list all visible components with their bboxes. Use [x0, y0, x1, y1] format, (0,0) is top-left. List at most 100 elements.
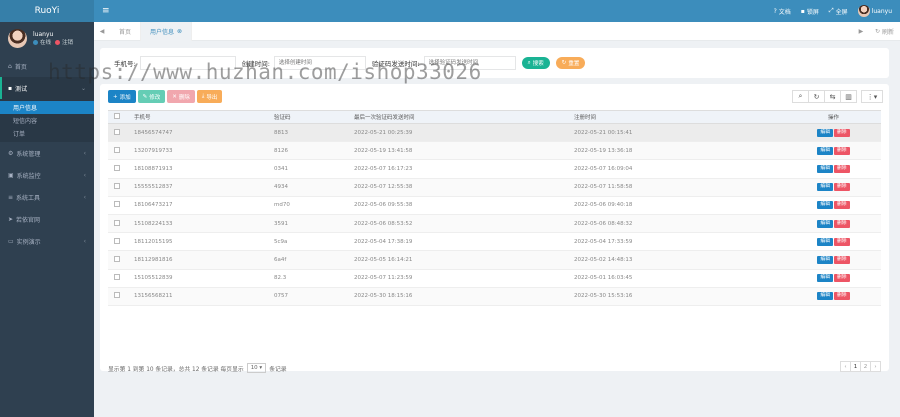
- expand-icon: ⤢: [828, 7, 834, 14]
- refresh-icon[interactable]: ↻: [808, 90, 825, 103]
- row-delete-button[interactable]: 删除: [834, 201, 850, 210]
- user-menu-name: luanyu: [871, 7, 892, 15]
- tab-user-info[interactable]: 用户信息 ⊗: [141, 21, 193, 41]
- next-page-button[interactable]: ›: [870, 361, 881, 372]
- row-checkbox[interactable]: [114, 274, 120, 281]
- table-row[interactable]: 18112015195 5c9a 2022-05-04 17:38:19 2022-0…: [108, 232, 881, 252]
- user-table: 手机号 验证码 最后一次验证码发送时间 注册时间 操作 18456574747 8…: [108, 110, 881, 306]
- status-logout[interactable]: 注销: [55, 39, 73, 48]
- cell-register-time: 2022-05-30 15:53:16: [568, 287, 786, 306]
- col-code[interactable]: 验证码: [268, 110, 348, 124]
- sidebar-item-monitor[interactable]: ▣ 系统监控 ‹: [0, 164, 94, 186]
- col-last-send-time[interactable]: 最后一次验证码发送时间: [348, 110, 568, 124]
- row-checkbox[interactable]: [114, 292, 120, 299]
- row-delete-button[interactable]: 删除: [834, 274, 850, 283]
- row-delete-button[interactable]: 删除: [834, 219, 850, 228]
- row-delete-button[interactable]: 删除: [834, 255, 850, 264]
- user-avatar[interactable]: [8, 29, 27, 48]
- row-checkbox[interactable]: [114, 183, 120, 190]
- row-edit-button[interactable]: 编辑: [817, 237, 833, 246]
- row-checkbox[interactable]: [114, 146, 120, 153]
- docs-link[interactable]: ? 文档: [774, 7, 791, 16]
- sidebar-item-tools[interactable]: ≡ 系统工具 ‹: [0, 186, 94, 208]
- row-edit-button[interactable]: 编辑: [817, 274, 833, 283]
- cell-actions: 编辑 删除: [786, 250, 881, 270]
- row-delete-button[interactable]: 删除: [834, 128, 850, 137]
- cell-actions: 编辑 删除: [786, 232, 881, 252]
- sidebar-item-label: 系统工具: [16, 194, 41, 202]
- row-checkbox[interactable]: [114, 237, 120, 244]
- table-row[interactable]: 15555512837 4934 2022-05-07 12:55:38 2022-0…: [108, 178, 881, 197]
- toggle-view-icon[interactable]: ⇆: [824, 90, 841, 103]
- row-edit-button[interactable]: 编辑: [817, 201, 833, 210]
- delete-button[interactable]: ✕ 删除: [167, 90, 195, 103]
- row-checkbox[interactable]: [114, 255, 120, 262]
- cell-phone: 15105512839: [128, 269, 268, 288]
- status-logout-label: 注销: [62, 39, 74, 46]
- cell-code: 8126: [268, 141, 348, 161]
- table-row[interactable]: 13207919733 8126 2022-05-19 13:41:58 2022-0…: [108, 141, 881, 161]
- columns-icon[interactable]: ▥: [840, 90, 857, 103]
- logout-dot-icon: [55, 39, 61, 45]
- close-icon[interactable]: ⊗: [177, 28, 182, 35]
- export-button[interactable]: ⤓ 导出: [196, 90, 223, 103]
- user-menu[interactable]: luanyu: [857, 5, 892, 17]
- pagination-suffix: 条记录: [269, 366, 287, 373]
- row-delete-button[interactable]: 删除: [834, 237, 850, 246]
- table-row[interactable]: 13156568211 0757 2022-05-30 18:15:16 2022-0…: [108, 287, 881, 306]
- row-edit-button[interactable]: 编辑: [817, 183, 833, 192]
- app-logo[interactable]: RuoYi: [0, 0, 94, 22]
- row-checkbox[interactable]: [114, 164, 120, 171]
- fullscreen-button[interactable]: ⤢ 全屏: [829, 7, 848, 16]
- add-button[interactable]: + 添加: [108, 90, 136, 103]
- row-edit-button[interactable]: 编辑: [817, 128, 833, 137]
- refresh-tab-button[interactable]: ↻ 刷新: [869, 27, 900, 36]
- edit-button[interactable]: ✎ 修改: [137, 90, 166, 103]
- select-all-checkbox[interactable]: [114, 113, 120, 119]
- row-delete-button[interactable]: 删除: [834, 164, 850, 173]
- tab-scroll-left-icon[interactable]: ◀: [94, 28, 110, 35]
- menu-toggle-icon[interactable]: ≡: [102, 6, 110, 16]
- cell-code: 3591: [268, 214, 348, 234]
- table-row[interactable]: 15105512839 82.3 2022-05-07 11:23:59 2022-0…: [108, 269, 881, 288]
- reset-button[interactable]: ↻ 重置: [555, 57, 586, 69]
- row-edit-button[interactable]: 编辑: [817, 292, 833, 301]
- sidebar-subitem-order[interactable]: 订单: [0, 127, 94, 140]
- sidebar-item-system[interactable]: ⚙ 系统管理 ‹: [0, 142, 94, 164]
- table-row[interactable]: 18456574747 8813 2022-05-21 00:25:39 2022-0…: [108, 123, 881, 143]
- tab-label: 用户信息: [150, 28, 175, 36]
- row-delete-button[interactable]: 删除: [834, 292, 850, 301]
- row-edit-button[interactable]: 编辑: [817, 219, 833, 228]
- row-delete-button[interactable]: 删除: [834, 146, 850, 155]
- row-checkbox[interactable]: [114, 201, 120, 208]
- lock-screen-button[interactable]: ▪ 锁屏: [801, 7, 819, 16]
- col-phone[interactable]: 手机号: [128, 110, 268, 124]
- table-row[interactable]: 18112981816 6a4f 2022-05-05 16:14:21 2022-0…: [108, 250, 881, 270]
- sidebar-item-demo[interactable]: ▭ 实例演示 ‹: [0, 230, 94, 252]
- row-checkbox[interactable]: [114, 128, 120, 135]
- row-checkbox[interactable]: [114, 219, 120, 226]
- row-edit-button[interactable]: 编辑: [817, 146, 833, 155]
- tab-scroll-right-icon[interactable]: ▶: [853, 28, 869, 35]
- search-button[interactable]: ⌕ 搜索: [521, 57, 550, 69]
- row-delete-button[interactable]: 删除: [834, 183, 850, 192]
- table-row[interactable]: 18106473217 md70 2022-05-06 09:55:38 2022-0…: [108, 196, 881, 215]
- table-row[interactable]: 15108224133 3591 2022-05-06 08:53:52 2022-0…: [108, 214, 881, 234]
- row-select-cell: [108, 232, 128, 252]
- table-row[interactable]: 18108871913 0341 2022-05-07 16:17:23 2022-0…: [108, 159, 881, 179]
- sidebar-subitem-sms[interactable]: 短信内容: [0, 114, 94, 127]
- refresh-icon: ↻: [561, 60, 567, 66]
- cell-last-send-time: 2022-05-06 09:55:38: [348, 196, 568, 215]
- tab-home[interactable]: 首页: [110, 21, 142, 41]
- location-icon: ➤: [8, 215, 14, 223]
- sidebar-subitem-user-info[interactable]: 用户信息: [0, 101, 94, 114]
- sidebar-item-label: 实例演示: [16, 238, 41, 246]
- page-size-select[interactable]: 10 ▾: [246, 363, 267, 373]
- row-edit-button[interactable]: 编辑: [817, 164, 833, 173]
- row-select-cell: [108, 250, 128, 270]
- row-edit-button[interactable]: 编辑: [817, 255, 833, 264]
- sidebar-item-website[interactable]: ➤ 若依官网: [0, 208, 94, 230]
- grid-menu-icon[interactable]: ⋮▾: [861, 90, 883, 103]
- col-register-time[interactable]: 注册时间: [568, 110, 786, 124]
- search-toggle-icon[interactable]: ⌕: [792, 90, 809, 103]
